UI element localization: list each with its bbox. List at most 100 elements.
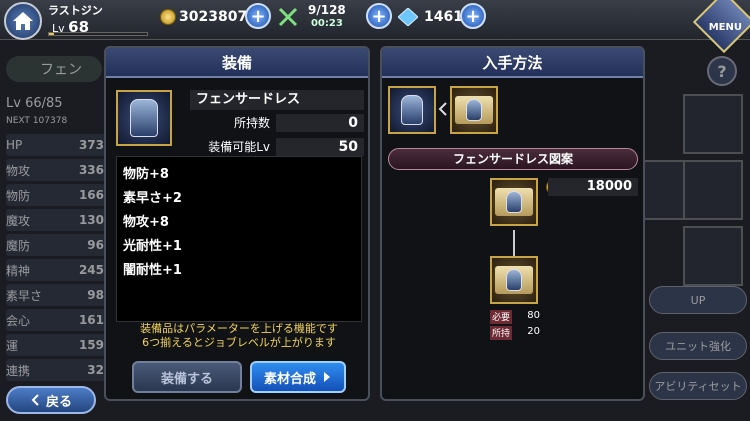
- acquisition-panel-title: 入手方法: [382, 48, 643, 78]
- scroll-icon: [495, 188, 533, 216]
- recipe-icon[interactable]: [490, 178, 538, 226]
- scroll-icon: [495, 266, 533, 294]
- arrow-left-icon: [31, 394, 39, 406]
- stamina-timer: 00:23: [310, 18, 343, 29]
- item-stats-list: 物防+8 素早さ+2 物攻+8 光耐性+1 闇耐性+1: [116, 156, 362, 322]
- stat-row: HP 373: [6, 134, 106, 156]
- stat-value: 336: [78, 163, 104, 177]
- exp-bar-fill: [49, 33, 54, 35]
- stat-row: 物防 166: [6, 184, 106, 206]
- equipment-panel: 装備 フェンサードレス 所持数 0 装備可能Lv 50 物防+8 素早さ+2 物…: [104, 46, 370, 401]
- recipe-tree-connector: [513, 230, 515, 256]
- stat-label: 物攻: [6, 163, 31, 178]
- stat-value: 32: [87, 363, 104, 377]
- back-label: 戻る: [45, 394, 72, 410]
- stamina-counter: 9/128 00:23: [278, 3, 346, 29]
- equipment-description: 装備品はパラメーターを上げる機能です 6つ揃えるとジョブレベルが上がります: [112, 322, 366, 350]
- gil-cost: 18000: [548, 178, 638, 196]
- dress-figure-icon: [130, 99, 158, 137]
- item-stat: 物攻+8: [123, 215, 169, 230]
- stat-label: 運: [6, 338, 19, 353]
- add-gil-button[interactable]: +: [245, 3, 271, 29]
- add-stamina-button[interactable]: +: [366, 3, 392, 29]
- background-next-exp: NEXT 107378: [6, 116, 67, 126]
- equipment-panel-title: 装備: [106, 48, 368, 78]
- item-name: フェンサードレス: [190, 90, 364, 110]
- home-icon: [13, 12, 33, 30]
- exp-bar: [48, 32, 148, 36]
- synthesis-label: 素材合成: [263, 371, 316, 387]
- stat-value: 161: [78, 313, 104, 327]
- background-level-label: Lv: [6, 96, 21, 111]
- background-level-value: 66/85: [25, 96, 63, 111]
- stat-value: 159: [78, 338, 104, 352]
- upgrade-button[interactable]: UP: [649, 286, 747, 314]
- owned-count-label: 所持数: [233, 116, 270, 130]
- stat-value: 98: [87, 288, 104, 302]
- stat-value: 130: [78, 213, 104, 227]
- stat-label: 会心: [6, 313, 31, 328]
- owned-label: 所持: [490, 326, 513, 340]
- lapis-counter: 1461: [398, 6, 463, 28]
- stat-label: 魔防: [6, 238, 31, 253]
- stat-label: 素早さ: [6, 288, 43, 303]
- gil-value: 3023807: [179, 9, 248, 25]
- stat-label: 魔攻: [6, 213, 31, 228]
- stat-value: 166: [78, 188, 104, 202]
- background-unit-name: フェン: [6, 56, 102, 82]
- help-button[interactable]: ?: [707, 56, 737, 86]
- required-material-icon[interactable]: [490, 256, 538, 304]
- add-lapis-button[interactable]: +: [460, 3, 486, 29]
- scroll-icon: [455, 96, 493, 124]
- ability-set-button[interactable]: アビリティセット: [649, 372, 747, 400]
- stat-value: 96: [87, 238, 104, 252]
- back-button[interactable]: 戻る: [6, 386, 96, 414]
- background-unit-stats: フェン Lv 66/85 NEXT 107378 HP 373 物攻 336 物防 1…: [0, 42, 106, 421]
- recipe-name-banner: フェンサードレス図案: [388, 148, 638, 170]
- item-icon: [116, 90, 172, 146]
- stat-label: 連携: [6, 363, 31, 378]
- background-next-value: 107378: [32, 116, 68, 126]
- description-line: 6つ揃えるとジョブレベルが上がります: [142, 336, 336, 349]
- owned-value: 20: [527, 326, 540, 337]
- stat-row: 魔攻 130: [6, 209, 106, 231]
- stat-label: 物防: [6, 188, 31, 203]
- acquisition-panel: 入手方法 フェンサードレス図案 18000 必要 80 所持 20: [380, 46, 645, 401]
- stat-label: HP: [6, 138, 23, 152]
- background-unit-level: Lv 66/85: [6, 96, 63, 111]
- item-stat: 闇耐性+1: [123, 263, 182, 278]
- required-value: 80: [527, 310, 540, 321]
- material-synthesis-button[interactable]: 素材合成: [250, 361, 346, 393]
- required-label: 必要: [490, 310, 513, 324]
- item-icon[interactable]: [388, 86, 436, 134]
- owned-count: 所持 20: [490, 326, 540, 340]
- menu-label: MENU: [708, 22, 742, 33]
- crossed-swords-icon: [278, 7, 298, 27]
- stat-row: 物攻 336: [6, 159, 106, 181]
- stat-row: 精神 245: [6, 259, 106, 281]
- stamina-value: 9/128: [308, 3, 346, 17]
- equip-slot[interactable]: [683, 226, 743, 286]
- player-name: ラストジン: [48, 4, 103, 17]
- item-stat: 光耐性+1: [123, 239, 182, 254]
- arrow-right-icon: [324, 372, 330, 382]
- lapis-value: 1461: [424, 9, 463, 25]
- item-stat: 物防+8: [123, 167, 169, 182]
- stat-row: 運 159: [6, 334, 106, 356]
- stat-value: 373: [78, 138, 104, 152]
- equip-slot[interactable]: [683, 160, 743, 220]
- chevron-left-icon: [438, 102, 447, 116]
- equip-slot[interactable]: [683, 94, 743, 154]
- owned-count-value: 0: [276, 114, 364, 132]
- equip-button[interactable]: 装備する: [132, 361, 242, 393]
- dress-figure-icon: [401, 95, 423, 125]
- stat-row: 素早さ 98: [6, 284, 106, 306]
- unit-enhance-button[interactable]: ユニット強化: [649, 332, 747, 360]
- home-button[interactable]: [4, 2, 42, 40]
- recipe-icon[interactable]: [450, 86, 498, 134]
- background-right-controls: ? UP ユニット強化 アビリティセット: [639, 42, 750, 421]
- equip-level-value: 50: [276, 138, 364, 156]
- item-stat: 素早さ+2: [123, 191, 182, 206]
- required-count: 必要 80: [490, 310, 540, 324]
- stat-label: 精神: [6, 263, 31, 278]
